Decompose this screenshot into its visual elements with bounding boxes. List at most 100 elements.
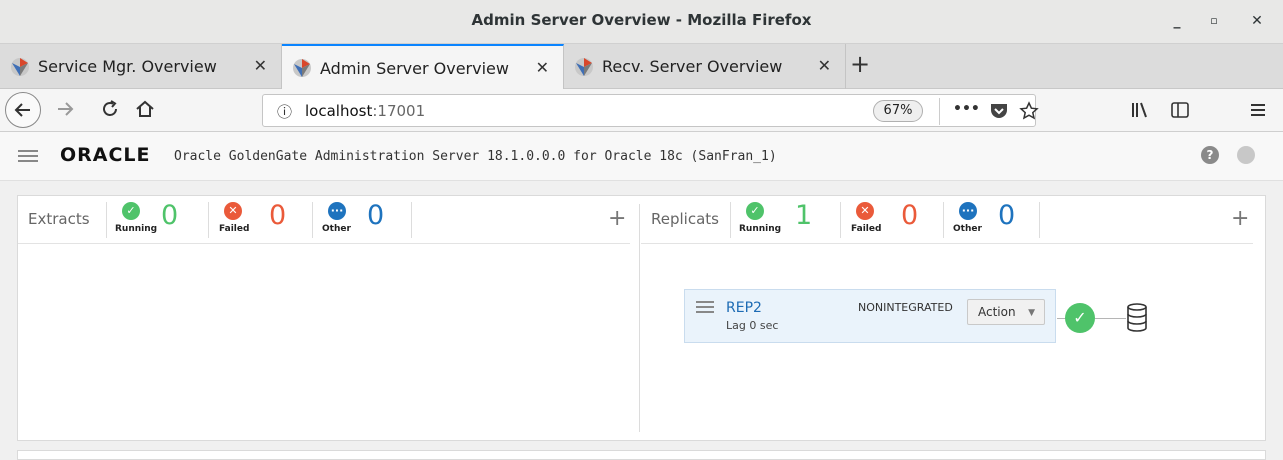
x-icon: ✕ [224, 202, 242, 220]
divider [411, 202, 412, 238]
replicats-running-stat[interactable]: ✓ Running 1 [739, 200, 819, 238]
tab-service-mgr[interactable]: Service Mgr. Overview ✕ [0, 44, 282, 89]
url-port: :17001 [372, 102, 426, 120]
more-icon: ··· [959, 202, 977, 220]
reload-icon [103, 100, 117, 116]
minimize-button[interactable]: _ [1164, 8, 1190, 34]
x-icon: ✕ [856, 202, 874, 220]
new-tab-button[interactable]: + [850, 50, 870, 78]
replicat-card[interactable]: REP2 Lag 0 sec NONINTEGRATED Action ▼ [684, 289, 1056, 343]
divider [840, 202, 841, 238]
failed-label: Failed [851, 224, 882, 234]
extracts-other-stat[interactable]: ··· Other 0 [321, 200, 401, 238]
reload-button[interactable] [100, 99, 120, 124]
other-label: Other [322, 224, 351, 234]
divider [106, 202, 107, 238]
divider [730, 202, 731, 238]
zoom-level-button[interactable]: 67% [873, 100, 923, 122]
running-label: Running [115, 224, 158, 234]
url-divider [939, 98, 940, 125]
url-bar[interactable]: ⓘ localhost:17001 67% ••• [262, 94, 1039, 127]
failed-count: 0 [901, 200, 919, 231]
maximize-button[interactable]: ▫ [1201, 8, 1227, 34]
pocket-icon[interactable] [989, 102, 1009, 120]
tab-recv-server[interactable]: Recv. Server Overview ✕ [564, 44, 846, 89]
arrow-left-icon [14, 103, 30, 117]
tab-label: Service Mgr. Overview [38, 57, 217, 76]
replicats-other-stat[interactable]: ··· Other 0 [952, 200, 1032, 238]
extracts-running-stat[interactable]: ✓ Running 0 [115, 200, 195, 238]
library-icon[interactable] [1130, 100, 1150, 120]
tab-close-icon[interactable]: ✕ [818, 56, 831, 75]
overview-panel: Extracts ✓ Running 0 ✕ Failed 0 ··· Othe… [17, 195, 1266, 441]
other-count: 0 [998, 200, 1016, 231]
failed-label: Failed [219, 224, 250, 234]
help-icon[interactable]: ? [1201, 146, 1219, 164]
site-info-icon[interactable]: ⓘ [277, 101, 292, 122]
connector-line [1095, 318, 1126, 319]
user-avatar-icon[interactable] [1237, 146, 1255, 164]
replicat-mode: NONINTEGRATED [858, 301, 953, 314]
action-label: Action [978, 305, 1016, 319]
oracle-logo: ORACLE [60, 144, 151, 166]
section-divider [639, 204, 640, 432]
divider [208, 202, 209, 238]
check-icon: ✓ [746, 202, 764, 220]
forward-button[interactable] [55, 99, 75, 124]
divider [1039, 202, 1040, 238]
navigation-bar: ⓘ localhost:17001 67% ••• [0, 89, 1283, 132]
replicats-failed-stat[interactable]: ✕ Failed 0 [849, 200, 929, 238]
replicats-header: Replicats ✓ Running 1 ✕ Failed 0 ··· Oth… [641, 196, 1253, 244]
bottom-panel [17, 450, 1266, 460]
replicat-lag: Lag 0 sec [726, 319, 779, 332]
extracts-title: Extracts [28, 210, 90, 228]
failed-count: 0 [269, 200, 287, 231]
goldengate-favicon-icon [575, 57, 593, 76]
close-window-button[interactable]: ✕ [1244, 8, 1270, 34]
replicat-name[interactable]: REP2 [726, 300, 762, 316]
nav-menu-icon[interactable] [18, 150, 38, 162]
page-actions-icon[interactable]: ••• [953, 101, 980, 117]
running-count: 1 [795, 200, 813, 231]
caret-down-icon: ▼ [1028, 308, 1035, 318]
app-header: ORACLE Oracle GoldenGate Administration … [0, 132, 1283, 181]
divider [943, 202, 944, 238]
other-label: Other [953, 224, 982, 234]
replicats-title: Replicats [651, 210, 719, 228]
drag-handle-icon[interactable] [696, 301, 714, 317]
tab-label: Admin Server Overview [320, 58, 509, 78]
goldengate-favicon-icon [11, 57, 29, 76]
extracts-header: Extracts ✓ Running 0 ✕ Failed 0 ··· Othe… [18, 196, 630, 244]
tab-label: Recv. Server Overview [602, 57, 783, 76]
add-replicat-button[interactable]: + [1231, 206, 1249, 231]
tab-bar: Service Mgr. Overview ✕ Admin Server Ove… [0, 44, 1283, 90]
add-extract-button[interactable]: + [608, 206, 626, 231]
database-icon [1127, 303, 1147, 332]
goldengate-favicon-icon [293, 59, 311, 77]
home-icon [136, 100, 154, 117]
check-icon: ✓ [122, 202, 140, 220]
tab-admin-server[interactable]: Admin Server Overview ✕ [282, 44, 564, 90]
other-count: 0 [367, 200, 385, 231]
action-dropdown-button[interactable]: Action ▼ [967, 299, 1045, 325]
app-title: Oracle GoldenGate Administration Server … [174, 149, 777, 164]
extracts-section: Extracts ✓ Running 0 ✕ Failed 0 ··· Othe… [18, 196, 630, 440]
running-count: 0 [161, 200, 179, 231]
tab-close-icon[interactable]: ✕ [536, 58, 549, 77]
extracts-failed-stat[interactable]: ✕ Failed 0 [217, 200, 297, 238]
window-title: Admin Server Overview - Mozilla Firefox [471, 11, 812, 29]
url-text[interactable]: localhost:17001 [305, 102, 425, 120]
tab-close-icon[interactable]: ✕ [254, 56, 267, 75]
bookmark-star-icon[interactable] [1019, 101, 1039, 121]
more-icon: ··· [328, 202, 346, 220]
back-button[interactable] [5, 92, 41, 128]
arrow-right-icon [58, 102, 74, 116]
divider [312, 202, 313, 238]
running-label: Running [739, 224, 782, 234]
window-titlebar: Admin Server Overview - Mozilla Firefox … [0, 0, 1283, 44]
menu-icon[interactable] [1248, 100, 1268, 120]
sidebar-icon[interactable] [1170, 100, 1190, 120]
status-running-icon: ✓ [1065, 303, 1095, 333]
url-host: localhost [305, 102, 373, 120]
home-button[interactable] [135, 99, 155, 124]
